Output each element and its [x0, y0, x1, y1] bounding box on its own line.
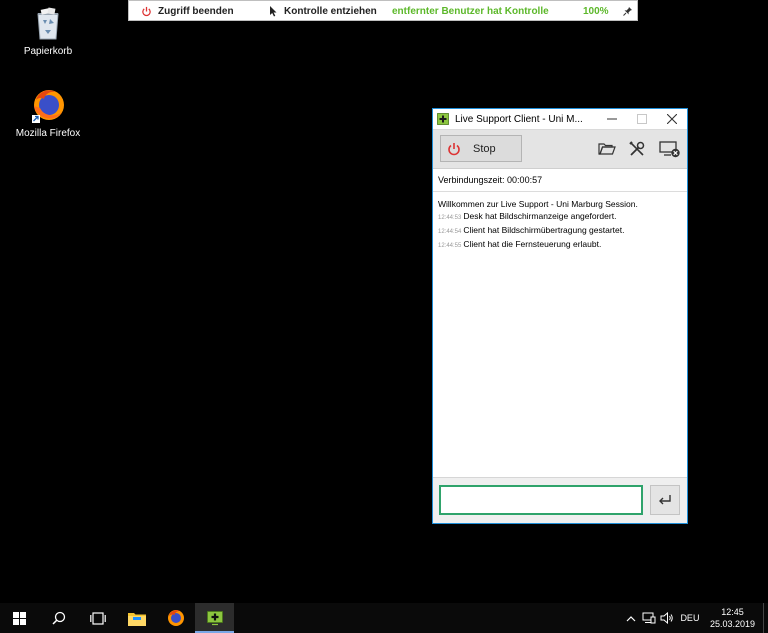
- close-button[interactable]: [657, 109, 687, 129]
- end-access-label: Zugriff beenden: [158, 5, 234, 17]
- clock-time: 12:45: [721, 607, 744, 617]
- desktop-icon-recycle-bin[interactable]: Papierkorb: [8, 6, 88, 57]
- message-area: [433, 477, 687, 523]
- task-view-button[interactable]: [78, 603, 117, 633]
- live-support-app-icon: [206, 611, 223, 626]
- log-timestamp: 12:44:53: [438, 215, 462, 221]
- log-text: Desk hat Bildschirmanzeige angefordert.: [463, 211, 617, 221]
- log-entry: 12:44:54 Client hat Bildschirmübertragung…: [438, 224, 682, 238]
- minimize-icon: [607, 118, 617, 120]
- maximize-button[interactable]: [627, 109, 657, 129]
- window-titlebar[interactable]: Live Support Client - Uni M...: [433, 109, 687, 129]
- system-tray: DEU 12:45 25.03.2019: [622, 603, 768, 633]
- show-hidden-icons-button[interactable]: [622, 615, 640, 622]
- power-icon: [142, 6, 151, 16]
- taskbar: DEU 12:45 25.03.2019: [0, 603, 768, 633]
- control-status-text: entfernter Benutzer hat Kontrolle: [392, 5, 549, 17]
- log-entry: 12:44:55 Client hat die Fernsteuerung erl…: [438, 238, 682, 252]
- log-timestamp: 12:44:54: [438, 229, 462, 235]
- clock-date: 25.03.2019: [709, 619, 755, 629]
- clock[interactable]: 12:45 25.03.2019: [704, 606, 763, 630]
- taskbar-live-support[interactable]: [195, 603, 234, 633]
- volume-button[interactable]: [658, 612, 676, 624]
- search-icon: [51, 611, 65, 625]
- log-text: Client hat Bildschirmübertragung gestart…: [463, 225, 625, 235]
- connection-time: Verbindungszeit: 00:00:57: [433, 169, 687, 192]
- firefox-icon: [30, 88, 66, 124]
- stop-button[interactable]: Stop: [440, 135, 522, 162]
- log-timestamp: 12:44:55: [438, 243, 462, 249]
- taskbar-explorer[interactable]: [117, 603, 156, 633]
- zoom-level-text: 100%: [583, 5, 609, 17]
- chevron-up-icon: [626, 615, 636, 621]
- task-view-icon: [89, 611, 106, 625]
- network-icon: [642, 612, 656, 624]
- pin-button[interactable]: [623, 1, 633, 21]
- maximize-icon: [637, 114, 647, 124]
- window-title: Live Support Client - Uni M...: [455, 113, 583, 125]
- start-button[interactable]: [0, 603, 39, 633]
- monitor-close-icon: [659, 141, 680, 158]
- welcome-message: Willkommen zur Live Support - Uni Marbur…: [438, 199, 638, 209]
- recycle-bin-icon: [30, 6, 66, 42]
- control-status: entfernter Benutzer hat Kontrolle: [392, 1, 549, 21]
- send-button[interactable]: [650, 485, 680, 515]
- log-entry: 12:44:53 Desk hat Bildschirmanzeige angef…: [438, 210, 682, 224]
- close-icon: [667, 114, 677, 124]
- session-log: Willkommen zur Live Support - Uni Marbur…: [433, 192, 687, 466]
- log-text: Client hat die Fernsteuerung erlaubt.: [463, 239, 602, 249]
- end-access-button[interactable]: Zugriff beenden: [141, 1, 234, 21]
- revoke-control-button[interactable]: Kontrolle entziehen: [269, 1, 377, 21]
- message-input[interactable]: [439, 485, 643, 515]
- remote-control-bar: Zugriff beenden Kontrolle entziehen entf…: [128, 0, 638, 21]
- stop-button-label: Stop: [473, 142, 496, 155]
- enter-icon: [659, 495, 671, 505]
- folder-icon: [598, 143, 616, 155]
- desktop-icon-firefox[interactable]: Mozilla Firefox: [8, 88, 88, 139]
- tools-icon: [629, 141, 645, 156]
- live-support-window: Live Support Client - Uni M... Stop Verb…: [432, 108, 688, 524]
- firefox-icon: [167, 610, 184, 626]
- speaker-icon: [660, 612, 673, 624]
- window-toolbar: Stop: [433, 129, 687, 169]
- windows-icon: [13, 611, 26, 625]
- revoke-control-label: Kontrolle entziehen: [284, 5, 377, 17]
- open-folder-button[interactable]: [598, 140, 616, 158]
- desktop-icon-label: Papierkorb: [23, 46, 73, 57]
- desktop-icon-label: Mozilla Firefox: [15, 128, 81, 139]
- live-support-app-icon: [437, 113, 449, 125]
- pin-icon: [623, 7, 632, 16]
- file-explorer-icon: [127, 612, 146, 626]
- minimize-button[interactable]: [597, 109, 627, 129]
- power-icon: [448, 142, 460, 155]
- network-button[interactable]: [640, 612, 658, 624]
- zoom-level[interactable]: 100%: [583, 1, 609, 21]
- show-desktop-button[interactable]: [763, 603, 768, 633]
- taskbar-firefox[interactable]: [156, 603, 195, 633]
- language-indicator[interactable]: DEU: [676, 613, 704, 623]
- tools-button[interactable]: [628, 140, 646, 158]
- cursor-icon: [270, 5, 277, 16]
- end-screen-share-button[interactable]: [659, 140, 681, 158]
- search-button[interactable]: [39, 603, 78, 633]
